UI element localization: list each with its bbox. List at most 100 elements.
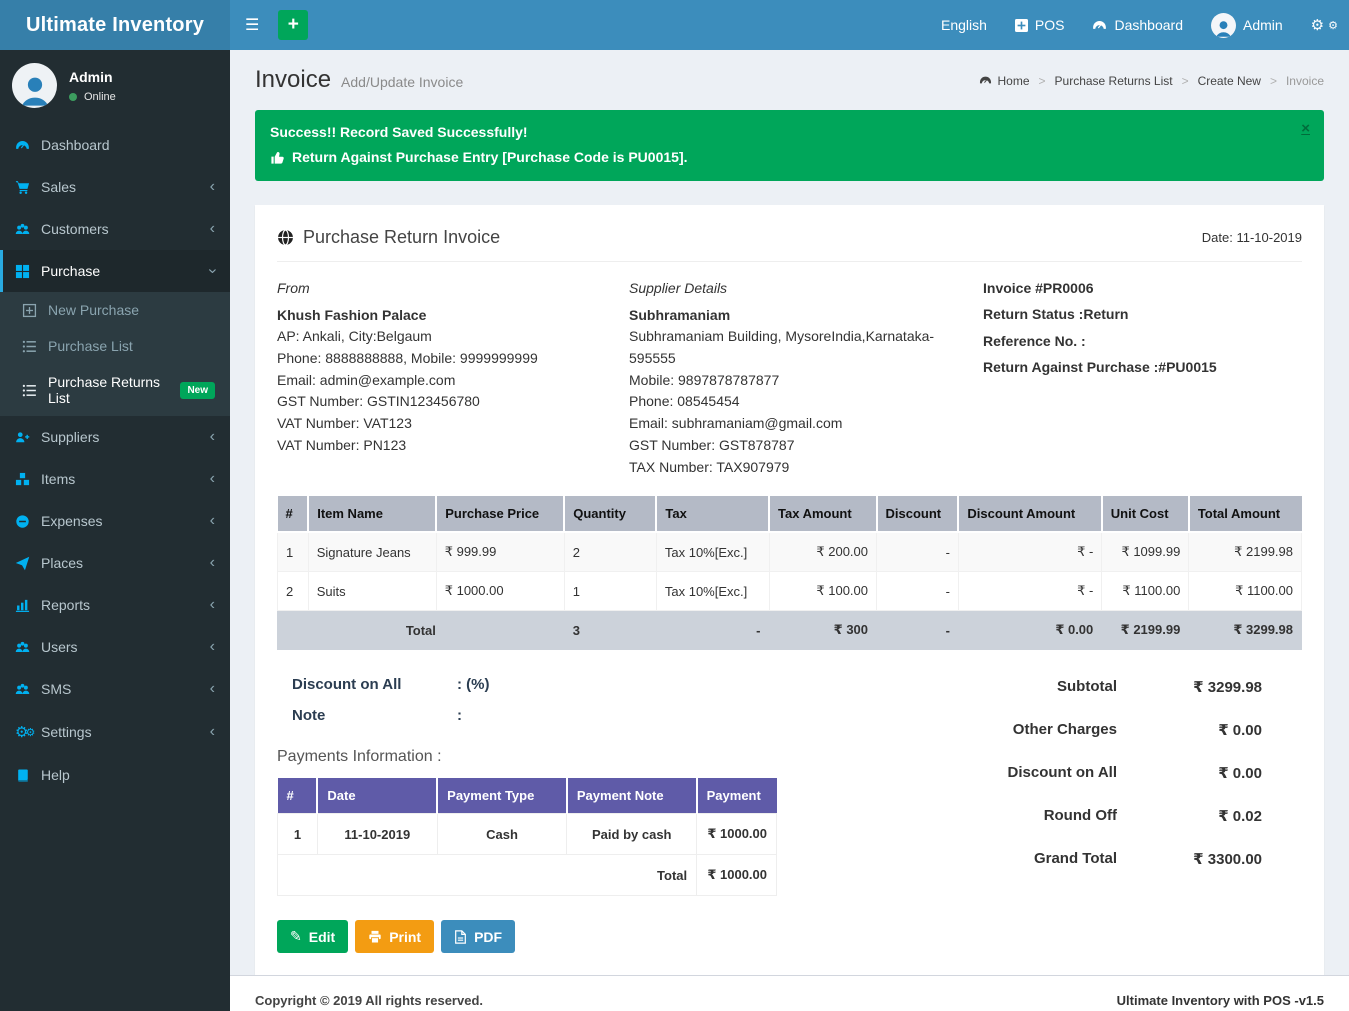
pos-link[interactable]: POS bbox=[1001, 0, 1079, 50]
chevron-left-icon: ‹ bbox=[210, 432, 215, 442]
invoice-date: Date: 11-10-2019 bbox=[1202, 230, 1302, 245]
from-line: Email: admin@example.com bbox=[277, 370, 629, 392]
sidebar-item-items[interactable]: Items ‹ bbox=[0, 458, 230, 500]
sidebar-item-purchase-returns-list[interactable]: Purchase Returns List New bbox=[0, 364, 230, 416]
pdf-button[interactable]: PDF bbox=[441, 920, 515, 953]
chevron-left-icon: ‹ bbox=[210, 727, 215, 737]
grid-icon bbox=[15, 264, 41, 279]
app-title: Ultimate Inventory bbox=[26, 14, 204, 37]
user-menu[interactable]: Admin bbox=[1197, 0, 1297, 50]
printer-icon bbox=[368, 930, 382, 944]
sidebar-item-sales[interactable]: Sales ‹ bbox=[0, 166, 230, 208]
sidebar-item-expenses[interactable]: Expenses ‹ bbox=[0, 500, 230, 542]
person-icon bbox=[1213, 17, 1234, 38]
sidebar-item-purchase[interactable]: Purchase ‹ bbox=[0, 250, 230, 292]
sidebar-item-new-purchase[interactable]: New Purchase bbox=[0, 292, 230, 328]
sidebar-item-dashboard[interactable]: Dashboard bbox=[0, 124, 230, 166]
supplier-line: Subhramaniam Building, MysoreIndia,Karna… bbox=[629, 326, 953, 369]
supplier-line: GST Number: GST878787 bbox=[629, 435, 953, 457]
sidebar-user-name: Admin bbox=[69, 69, 116, 85]
col-discount-amount: Discount Amount bbox=[958, 496, 1101, 532]
from-line: GST Number: GSTIN123456780 bbox=[277, 391, 629, 413]
bar-chart-icon bbox=[15, 598, 41, 613]
col-purchase-price: Purchase Price bbox=[436, 496, 564, 532]
purchase-submenu: New Purchase Purchase List Purchase Retu… bbox=[0, 292, 230, 416]
chevron-left-icon: ‹ bbox=[210, 684, 215, 694]
new-badge: New bbox=[180, 382, 215, 399]
table-row: 1 Signature Jeans ₹ 999.99 2 Tax 10%[Exc… bbox=[278, 532, 1302, 572]
alert-line-2: Return Against Purchase Entry [Purchase … bbox=[270, 149, 1309, 165]
chevron-left-icon: ‹ bbox=[210, 558, 215, 568]
sidebar: Ultimate Inventory Admin Online bbox=[0, 0, 230, 1011]
sidebar-item-sms[interactable]: SMS ‹ bbox=[0, 668, 230, 710]
sidebar-item-users[interactable]: Users ‹ bbox=[0, 626, 230, 668]
from-name: Khush Fashion Palace bbox=[277, 305, 629, 327]
note-field: Note : bbox=[277, 707, 851, 724]
breadcrumb-purchase-returns-list[interactable]: Purchase Returns List bbox=[1055, 74, 1173, 88]
invoice-number: Invoice #PR0006 bbox=[983, 278, 1302, 298]
quick-add-button[interactable]: + bbox=[278, 10, 308, 40]
col-quantity: Quantity bbox=[564, 496, 656, 532]
hamburger-icon[interactable]: ☰ bbox=[230, 0, 274, 50]
sidebar-item-places[interactable]: Places ‹ bbox=[0, 542, 230, 584]
dashboard-link[interactable]: Dashboard bbox=[1078, 0, 1197, 50]
sidebar-item-customers[interactable]: Customers ‹ bbox=[0, 208, 230, 250]
alert-line-1: Success!! Record Saved Successfully! bbox=[270, 124, 1309, 140]
chevron-left-icon: ‹ bbox=[210, 600, 215, 610]
page-subtitle: Add/Update Invoice bbox=[341, 74, 463, 90]
content-header: Invoice Add/Update Invoice Home > Purcha… bbox=[230, 50, 1349, 102]
chevron-left-icon: ‹ bbox=[210, 516, 215, 526]
minus-circle-icon bbox=[15, 514, 41, 529]
invoice-info-columns: From Khush Fashion Palace AP: Ankali, Ci… bbox=[277, 278, 1302, 478]
supplier-name: Subhramaniam bbox=[629, 305, 953, 327]
sidebar-item-help[interactable]: Help bbox=[0, 754, 230, 796]
chevron-left-icon: ‹ bbox=[210, 642, 215, 652]
supplier-line: TAX Number: TAX907979 bbox=[629, 457, 953, 479]
cart-icon bbox=[15, 180, 41, 195]
supplier-line: Email: subhramaniam@gmail.com bbox=[629, 413, 953, 435]
supplier-line: Mobile: 9897878787877 bbox=[629, 370, 953, 392]
app-logo[interactable]: Ultimate Inventory bbox=[0, 0, 230, 50]
gauge-icon bbox=[15, 138, 41, 153]
from-line: VAT Number: PN123 bbox=[277, 435, 629, 457]
sidebar-item-reports[interactable]: Reports ‹ bbox=[0, 584, 230, 626]
chevron-down-icon: ‹ bbox=[207, 268, 217, 273]
from-section: From Khush Fashion Palace AP: Ankali, Ci… bbox=[277, 278, 629, 478]
return-status: Return Status :Return bbox=[983, 304, 1302, 324]
language-menu[interactable]: English bbox=[927, 0, 1001, 50]
col-item-name: Item Name bbox=[308, 496, 436, 532]
items-table: # Item Name Purchase Price Quantity Tax … bbox=[277, 496, 1302, 650]
payments-total-label: Total bbox=[278, 855, 697, 896]
breadcrumb-create-new[interactable]: Create New bbox=[1198, 74, 1261, 88]
breadcrumb-current: Invoice bbox=[1286, 74, 1324, 88]
app-window: Ultimate Inventory Admin Online bbox=[0, 0, 1349, 1011]
summary-row-round-off: Round Off ₹ 0.02 bbox=[851, 807, 1302, 825]
sidebar-user-status: Online bbox=[69, 91, 116, 103]
sidebar-item-settings[interactable]: ⚙⚙ Settings ‹ bbox=[0, 710, 230, 754]
items-table-total-row: Total 3 - ₹ 300 - ₹ 0.00 ₹ 2199.99 ₹ 329… bbox=[278, 611, 1302, 650]
file-pdf-icon bbox=[454, 930, 467, 944]
print-button[interactable]: Print bbox=[355, 920, 434, 953]
summary-row-other-charges: Other Charges ₹ 0.00 bbox=[851, 721, 1302, 739]
sidebar-item-purchase-list[interactable]: Purchase List bbox=[0, 328, 230, 364]
page-title: Invoice bbox=[255, 66, 331, 94]
breadcrumb-home[interactable]: Home bbox=[979, 74, 1029, 88]
items-table-header-row: # Item Name Purchase Price Quantity Tax … bbox=[278, 496, 1302, 532]
sidebar-item-suppliers[interactable]: Suppliers ‹ bbox=[0, 416, 230, 458]
payments-table: # Date Payment Type Payment Note Payment… bbox=[277, 778, 777, 896]
invoice-panel-header: Purchase Return Invoice Date: 11-10-2019 bbox=[277, 227, 1302, 262]
sidebar-menu: Dashboard Sales ‹ Customers ‹ bbox=[0, 124, 230, 796]
col-total-amount: Total Amount bbox=[1189, 496, 1302, 532]
settings-gears-icon[interactable]: ⚙⚙ bbox=[1297, 0, 1349, 50]
edit-button[interactable]: ✎ Edit bbox=[277, 920, 348, 953]
close-icon[interactable]: × bbox=[1301, 120, 1310, 137]
content-area: Invoice Add/Update Invoice Home > Purcha… bbox=[230, 50, 1349, 1011]
lower-left-section: Discount on All : (%) Note : Payments In… bbox=[277, 668, 851, 953]
col-discount: Discount bbox=[877, 496, 959, 532]
list-icon bbox=[22, 339, 48, 354]
from-label: From bbox=[277, 278, 629, 300]
plus-square-icon bbox=[22, 303, 48, 318]
topbar: ☰ + English POS Dashboard bbox=[230, 0, 1349, 50]
summary-row-discount-on-all: Discount on All ₹ 0.00 bbox=[851, 764, 1302, 782]
reference-no: Reference No. : bbox=[983, 331, 1302, 351]
